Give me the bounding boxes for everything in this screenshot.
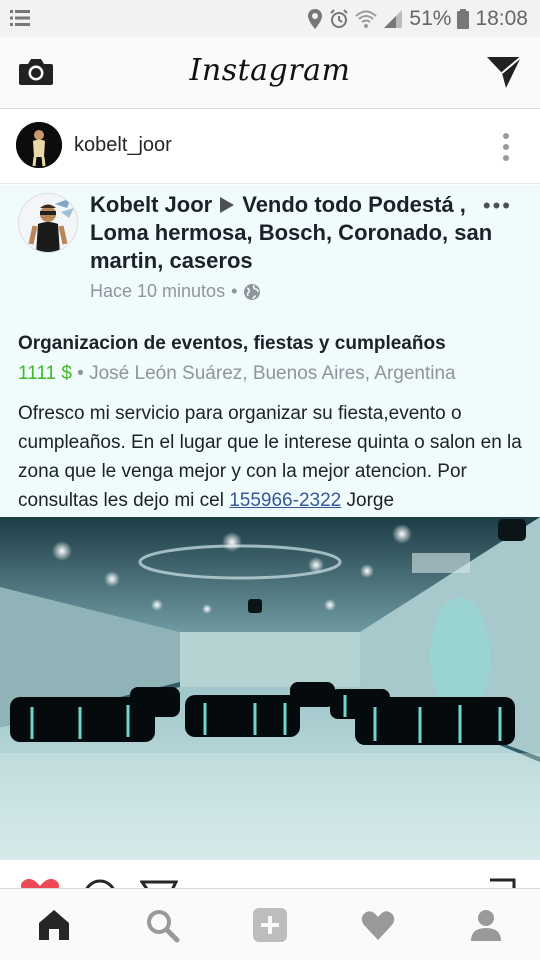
post-body: Ofresco mi servicio para organizar su fi… bbox=[18, 399, 528, 515]
post-meta: Hace 10 minutos • bbox=[90, 281, 261, 302]
post-title: Kobelt Joor Vendo todo Podestá , Loma her… bbox=[90, 191, 500, 275]
phone-link[interactable]: 155966-2322 bbox=[229, 490, 341, 511]
more-options-icon[interactable] bbox=[502, 132, 510, 162]
status-bar: 51% 18:08 bbox=[0, 0, 540, 37]
home-icon[interactable] bbox=[36, 907, 72, 943]
user-avatar[interactable] bbox=[16, 122, 62, 168]
app-bar: Instagram bbox=[0, 37, 540, 109]
app-logo: Instagram bbox=[189, 53, 351, 88]
listing-price-line: 1111 $ • José León Suárez, Buenos Aires,… bbox=[18, 363, 456, 385]
location-icon bbox=[308, 9, 323, 29]
author-name[interactable]: Kobelt Joor bbox=[90, 192, 212, 217]
post-more-icon[interactable]: ••• bbox=[483, 193, 512, 219]
listing-title: Organizacion de eventos, fiestas y cumpl… bbox=[18, 333, 446, 354]
alarm-icon bbox=[330, 9, 349, 28]
profile-icon[interactable] bbox=[468, 907, 504, 943]
post-time: Hace 10 minutos bbox=[90, 281, 226, 301]
bookmark-icon[interactable] bbox=[488, 878, 516, 888]
direct-send-icon[interactable] bbox=[486, 55, 522, 89]
share-icon[interactable] bbox=[140, 880, 178, 888]
clock: 18:08 bbox=[475, 7, 528, 30]
like-icon[interactable] bbox=[20, 878, 60, 888]
wifi-icon bbox=[355, 10, 378, 28]
battery-icon bbox=[457, 9, 470, 29]
meta-separator: • bbox=[231, 281, 238, 301]
bottom-nav bbox=[0, 888, 540, 960]
post-header: kobelt_joor bbox=[0, 110, 540, 184]
comment-icon[interactable] bbox=[82, 878, 118, 888]
battery-percent: 51% bbox=[409, 7, 452, 30]
listing-location: • José León Suárez, Buenos Aires, Argent… bbox=[77, 363, 456, 384]
globe-icon bbox=[244, 283, 261, 300]
event-hall-photo[interactable] bbox=[0, 517, 540, 860]
add-icon[interactable] bbox=[252, 907, 288, 943]
arrow-right-icon bbox=[220, 197, 235, 213]
notification-list-icon bbox=[10, 10, 30, 26]
post-card: Kobelt Joor Vendo todo Podestá , Loma her… bbox=[0, 185, 540, 517]
search-icon[interactable] bbox=[144, 907, 180, 943]
username[interactable]: kobelt_joor bbox=[74, 134, 172, 157]
post-actions bbox=[0, 860, 540, 888]
listing-price: 1111 $ bbox=[18, 363, 72, 384]
post-signature: Jorge bbox=[341, 490, 395, 511]
heart-icon[interactable] bbox=[360, 907, 396, 943]
signal-icon bbox=[384, 10, 403, 28]
author-avatar[interactable] bbox=[18, 193, 78, 253]
